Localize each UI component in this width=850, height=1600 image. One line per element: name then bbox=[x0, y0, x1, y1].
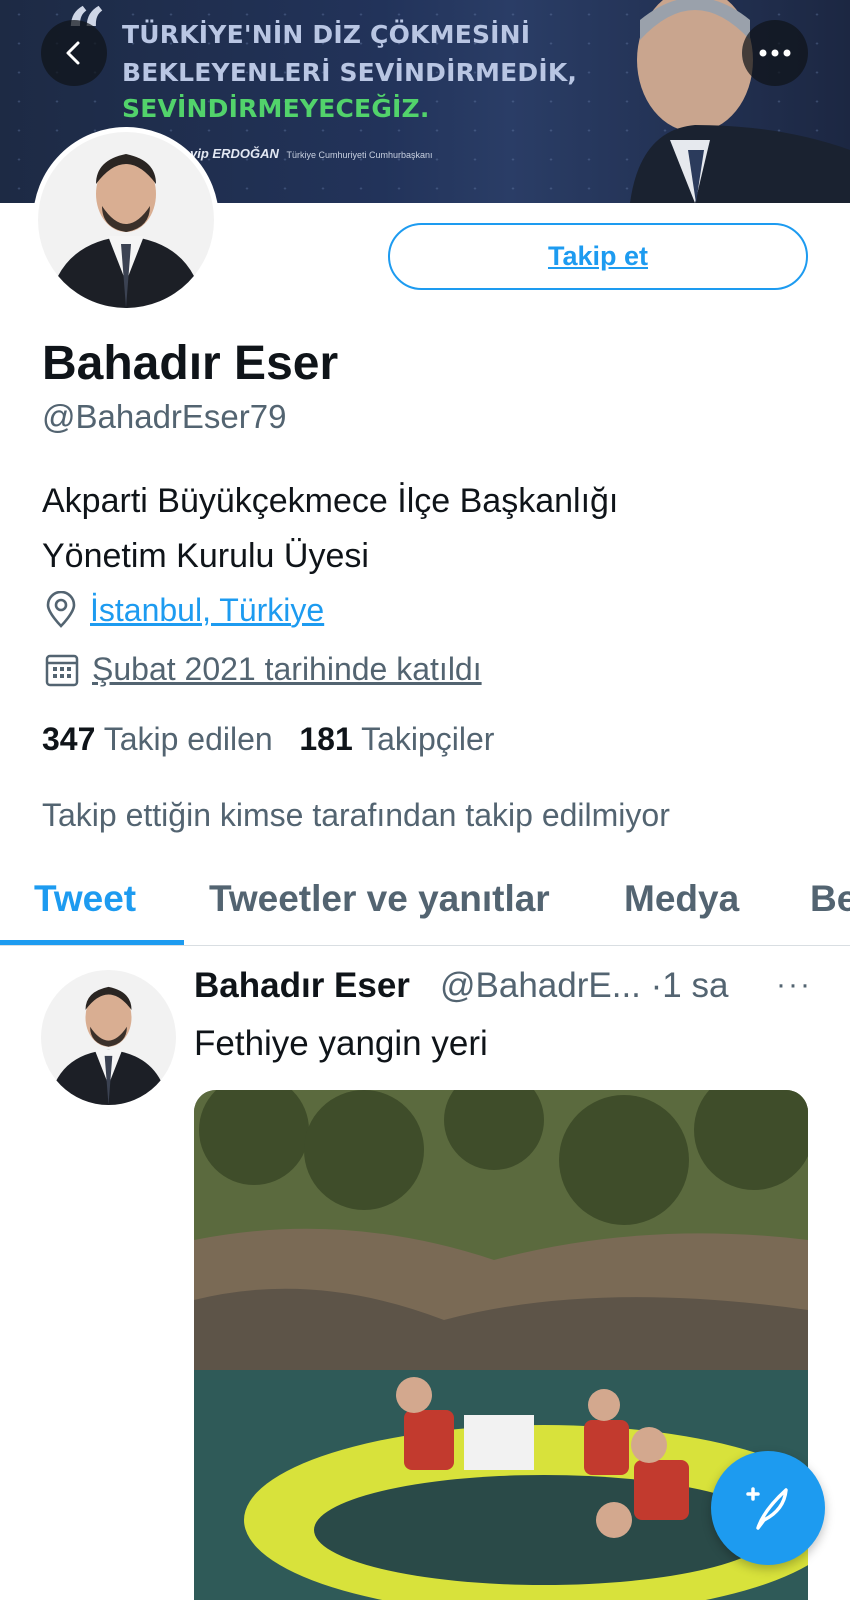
location-link[interactable]: İstanbul, Türkiye bbox=[90, 592, 324, 629]
follow-button[interactable]: Takip et bbox=[388, 223, 808, 290]
banner-text-line2: BEKLEYENLERİ SEVİNDİRMEDİK, bbox=[122, 58, 578, 87]
profile-joined-date: Şubat 2021 tarihinde katıldı bbox=[44, 651, 482, 688]
back-button[interactable] bbox=[41, 20, 107, 86]
followers-link[interactable]: 181 Takipçiler bbox=[299, 721, 494, 757]
bio-line: Yönetim Kurulu Üyesi bbox=[42, 537, 369, 575]
tweet-handle-time: @BahadrE... ·1 sa bbox=[440, 966, 729, 1005]
tweet-more-icon[interactable]: ··· bbox=[776, 968, 812, 1002]
banner-text-line1: TÜRKİYE'NİN DİZ ÇÖKMESİNİ bbox=[122, 20, 531, 49]
compose-tweet-icon bbox=[746, 1487, 788, 1530]
profile-avatar[interactable] bbox=[33, 127, 219, 313]
avatar-image bbox=[41, 970, 176, 1105]
profile-name: Bahadır Eser bbox=[42, 337, 339, 390]
profile-bio: Akparti Büyükçekmece İlçe Başkanlığı Yön… bbox=[42, 474, 802, 584]
followers-count: 181 bbox=[299, 721, 353, 757]
banner-signature-title: Türkiye Cumhuriyeti Cumhurbaşkanı bbox=[286, 150, 433, 160]
following-label: Takip edilen bbox=[103, 721, 273, 757]
tab-tweets-and-replies[interactable]: Tweetler ve yanıtlar bbox=[209, 878, 550, 920]
profile-tabs: Tweet Tweetler ve yanıtlar Medya Be bbox=[0, 860, 850, 946]
tweet-text: Fethiye yangin yeri bbox=[194, 1024, 488, 1063]
follow-stats: 347 Takip edilen 181 Takipçiler bbox=[42, 721, 494, 758]
more-options-button[interactable] bbox=[742, 20, 808, 86]
profile-handle: @BahadrEser79 bbox=[42, 398, 287, 435]
followers-label: Takipçiler bbox=[361, 721, 495, 757]
following-link[interactable]: 347 Takip edilen bbox=[42, 721, 273, 757]
banner-portrait bbox=[630, 0, 850, 203]
tab-media[interactable]: Medya bbox=[624, 878, 739, 920]
following-count: 347 bbox=[42, 721, 96, 757]
compose-tweet-button[interactable] bbox=[711, 1451, 825, 1565]
tab-tweet[interactable]: Tweet bbox=[34, 878, 136, 920]
profile-location[interactable]: İstanbul, Türkiye bbox=[44, 591, 324, 629]
back-arrow-icon bbox=[66, 41, 80, 65]
avatar-image bbox=[38, 132, 214, 308]
more-icon bbox=[759, 49, 791, 57]
active-tab-indicator bbox=[0, 940, 184, 945]
calendar-icon bbox=[45, 654, 79, 686]
joined-text: Şubat 2021 tarihinde katıldı bbox=[92, 651, 482, 687]
bio-line: Akparti Büyükçekmece İlçe Başkanlığı bbox=[42, 482, 619, 520]
banner-text-line3: SEVİNDİRMEYECEĞİZ. bbox=[122, 94, 430, 123]
tweet-avatar[interactable] bbox=[41, 970, 176, 1105]
location-pin-icon bbox=[46, 591, 76, 628]
tab-likes[interactable]: Be bbox=[810, 878, 850, 920]
tweet-author-name[interactable]: Bahadır Eser bbox=[194, 966, 410, 1006]
followed-by-text: Takip ettiğin kimse tarafından takip edi… bbox=[42, 797, 670, 833]
banner-signature-name: yip ERDOĞAN bbox=[190, 146, 279, 161]
banner-signature: yip ERDOĞAN Türkiye Cumhuriyeti Cumhurba… bbox=[190, 146, 433, 161]
